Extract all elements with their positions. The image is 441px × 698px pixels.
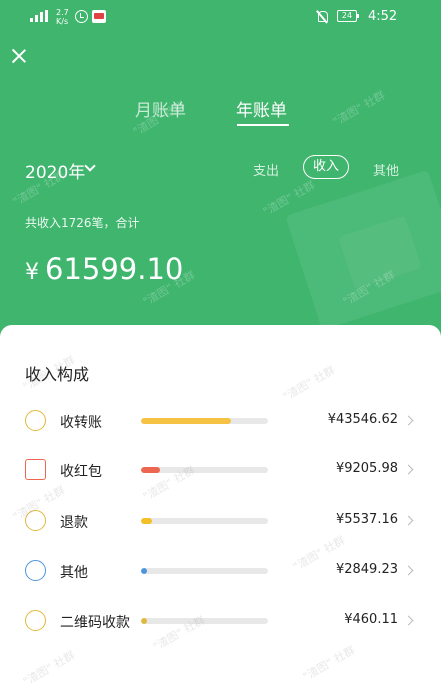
- row-amount: ¥9205.98: [335, 461, 398, 476]
- filter-other[interactable]: 其他: [373, 160, 399, 179]
- status-time: 4:52: [368, 9, 398, 24]
- income-summary: 共收入1726笔，合计: [25, 216, 140, 230]
- transfer-icon: [25, 410, 46, 431]
- currency-symbol: ¥: [25, 260, 39, 285]
- filter-income[interactable]: 收入: [303, 155, 349, 179]
- breakdown-row-transfer[interactable]: 收转账 ¥43546.62: [0, 401, 441, 441]
- row-label: 收红包: [60, 464, 102, 480]
- tab-month-bill[interactable]: 月账单: [135, 96, 186, 121]
- watermark: "渣图" 社群: [300, 643, 358, 684]
- row-amount: ¥5537.16: [335, 512, 398, 527]
- share-bar: [141, 568, 268, 574]
- breakdown-row-refund[interactable]: 退款 ¥5537.16: [0, 501, 441, 541]
- status-bar: 2.7 K/s 24 4:52: [0, 0, 441, 34]
- year-selector[interactable]: 2020年: [25, 158, 85, 183]
- mute-icon: [316, 10, 328, 23]
- watermark: "渣图" 社群: [280, 363, 338, 404]
- signal-icon: [30, 10, 50, 22]
- active-tab-indicator: [237, 124, 289, 126]
- breakdown-row-red-packet[interactable]: 收红包 ¥9205.98: [0, 450, 441, 490]
- breakdown-title: 收入构成: [25, 365, 90, 384]
- total-value: 61599.10: [45, 252, 184, 286]
- row-label: 退款: [60, 515, 88, 531]
- chevron-down-icon[interactable]: [84, 160, 96, 172]
- row-amount: ¥2849.23: [335, 562, 398, 577]
- row-amount: ¥460.11: [344, 612, 398, 627]
- qr-payment-icon: [25, 610, 46, 631]
- filter-expense[interactable]: 支出: [253, 160, 279, 179]
- total-amount: ¥61599.10: [25, 252, 183, 286]
- refund-icon: [25, 510, 46, 531]
- share-bar: [141, 418, 268, 424]
- share-bar: [141, 518, 268, 524]
- battery-icon: 24: [337, 10, 359, 22]
- notification-app-icon: [92, 10, 106, 23]
- breakdown-row-qr-payment[interactable]: 二维码收款 ¥460.11: [0, 601, 441, 641]
- chevron-right-icon: [403, 515, 414, 526]
- share-bar: [141, 467, 268, 473]
- other-icon: [25, 560, 46, 581]
- red-packet-icon: [25, 459, 46, 480]
- row-label: 其他: [60, 565, 88, 581]
- chevron-right-icon: [403, 415, 414, 426]
- watermark: "渣图" 社群: [20, 648, 78, 689]
- net-speed-unit: K/s: [56, 17, 69, 26]
- chevron-right-icon: [403, 615, 414, 626]
- share-bar-fill: [141, 418, 231, 424]
- alarm-icon: [75, 10, 88, 23]
- income-breakdown-panel: 收入构成 收转账 ¥43546.62 收红包 ¥9205.98 退款 ¥5537…: [0, 325, 441, 698]
- share-bar: [141, 618, 268, 624]
- net-speed-value: 2.7: [56, 8, 69, 17]
- tab-year-bill[interactable]: 年账单: [236, 96, 287, 121]
- share-bar-fill: [141, 618, 148, 624]
- row-label: 二维码收款: [60, 615, 130, 631]
- chevron-right-icon: [403, 464, 414, 475]
- share-bar-fill: [141, 568, 148, 574]
- share-bar-fill: [141, 467, 160, 473]
- close-icon[interactable]: [10, 47, 28, 65]
- chevron-right-icon: [403, 565, 414, 576]
- row-amount: ¥43546.62: [327, 412, 398, 427]
- watermark: "渣图" 社群: [330, 88, 388, 129]
- breakdown-row-other[interactable]: 其他 ¥2849.23: [0, 551, 441, 591]
- header: 2.7 K/s 24 4:52 月账单 年账单 2020年 支出 收入 其他 共…: [0, 0, 441, 360]
- net-speed: 2.7 K/s: [56, 8, 69, 26]
- row-label: 收转账: [60, 415, 102, 431]
- share-bar-fill: [141, 518, 153, 524]
